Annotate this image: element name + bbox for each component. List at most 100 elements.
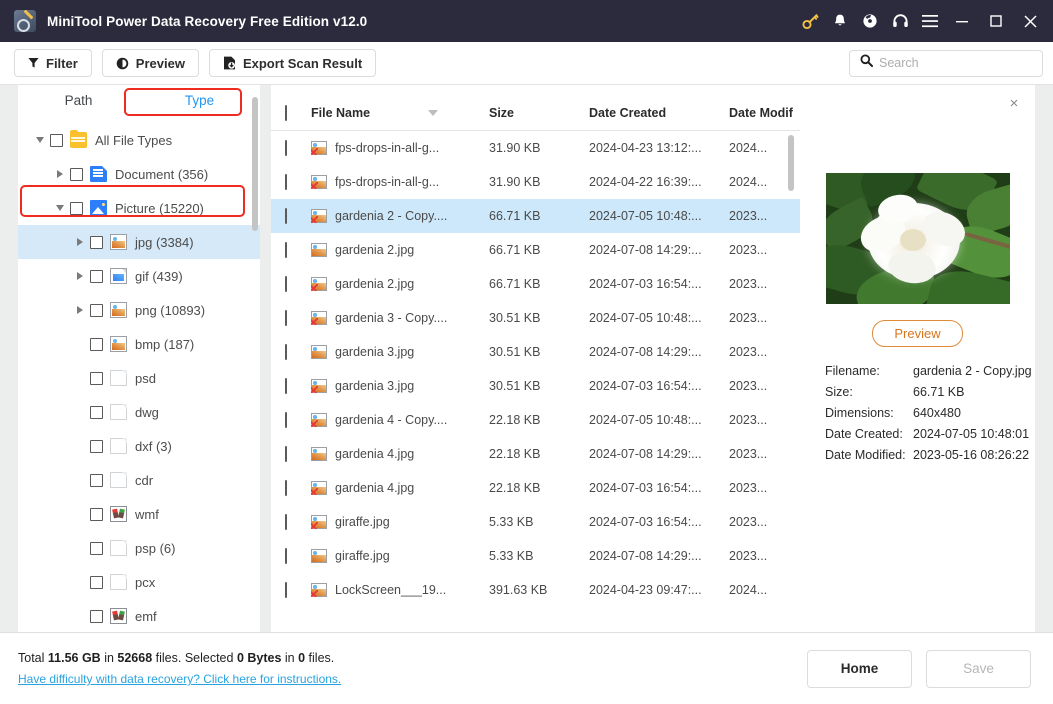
chevron-right-icon[interactable]: [70, 272, 90, 280]
table-row[interactable]: gardenia 3 - Copy.... 30.51 KB 2024-07-05 …: [271, 301, 800, 335]
tree-node-psd[interactable]: psd: [18, 361, 260, 395]
table-row[interactable]: gardenia 3.jpg 30.51 KB 2024-07-03 16:54:.…: [271, 369, 800, 403]
tab-type[interactable]: Type: [139, 85, 260, 117]
table-row[interactable]: gardenia 2.jpg 66.71 KB 2024-07-03 16:54:.…: [271, 267, 800, 301]
tree-node-checkbox[interactable]: [90, 507, 103, 521]
column-header-date-modified[interactable]: Date Modif: [729, 106, 800, 120]
table-row[interactable]: fps-drops-in-all-g... 31.90 KB 2024-04-23 …: [271, 131, 800, 165]
row-checkbox[interactable]: [285, 480, 311, 496]
file-type-tree[interactable]: All File Types Document (356) Picture (152…: [18, 117, 260, 632]
table-row[interactable]: gardenia 4.jpg 22.18 KB 2024-07-03 16:54:.…: [271, 471, 800, 505]
table-row[interactable]: fps-drops-in-all-g... 31.90 KB 2024-04-22 …: [271, 165, 800, 199]
row-checkbox[interactable]: [285, 446, 311, 462]
file-list-scrollbar-thumb[interactable]: [788, 135, 794, 191]
row-checkbox[interactable]: [285, 276, 311, 292]
maximize-icon[interactable]: [979, 0, 1013, 42]
row-checkbox[interactable]: [285, 548, 311, 564]
tree-node-picture[interactable]: Picture (15220): [18, 191, 260, 225]
row-checkbox[interactable]: [285, 344, 311, 360]
tree-node-checkbox[interactable]: [90, 371, 103, 385]
preview-meta-row: Dimensions: 640x480: [825, 405, 1035, 422]
table-row[interactable]: gardenia 4 - Copy.... 22.18 KB 2024-07-05 …: [271, 403, 800, 437]
table-row[interactable]: gardenia 3.jpg 30.51 KB 2024-07-08 14:29:.…: [271, 335, 800, 369]
tree-node-gif[interactable]: gif (439): [18, 259, 260, 293]
headset-icon[interactable]: [885, 0, 915, 42]
tree-node-checkbox[interactable]: [90, 575, 103, 589]
cell-date-modified: 2024...: [729, 583, 768, 597]
preview-action-button[interactable]: Preview: [872, 320, 963, 347]
row-checkbox[interactable]: [285, 412, 311, 428]
tree-node-checkbox[interactable]: [90, 337, 103, 351]
tree-node-wmf[interactable]: wmf: [18, 497, 260, 531]
row-checkbox[interactable]: [285, 378, 311, 394]
sort-descending-icon[interactable]: [428, 109, 439, 116]
tree-node-checkbox[interactable]: [90, 541, 103, 555]
preview-button[interactable]: Preview: [101, 49, 199, 77]
table-row[interactable]: LockScreen___19... 391.63 KB 2024-04-23 09…: [271, 573, 800, 607]
tree-node-checkbox[interactable]: [90, 609, 103, 623]
cell-size: 22.18 KB: [489, 481, 541, 495]
tree-node-emf[interactable]: emf: [18, 599, 260, 632]
home-button[interactable]: Home: [807, 649, 912, 688]
close-icon[interactable]: [1013, 0, 1047, 42]
table-row[interactable]: gardenia 2 - Copy.... 66.71 KB 2024-07-05 …: [271, 199, 800, 233]
tree-node-dwg[interactable]: dwg: [18, 395, 260, 429]
tree-node-checkbox[interactable]: [70, 201, 83, 215]
key-icon[interactable]: [795, 0, 825, 42]
row-checkbox[interactable]: [285, 208, 311, 224]
table-row[interactable]: gardenia 2.jpg 66.71 KB 2024-07-08 14:29:.…: [271, 233, 800, 267]
tree-node-checkbox[interactable]: [90, 439, 103, 453]
row-checkbox[interactable]: [285, 514, 311, 530]
chevron-right-icon[interactable]: [50, 170, 70, 178]
tree-node-jpg[interactable]: jpg (3384): [18, 225, 260, 259]
column-header-date-created[interactable]: Date Created: [589, 106, 729, 120]
row-checkbox[interactable]: [285, 140, 311, 156]
tree-node-checkbox[interactable]: [50, 133, 63, 147]
tree-node-checkbox[interactable]: [90, 405, 103, 419]
tree-node-document[interactable]: Document (356): [18, 157, 260, 191]
table-row[interactable]: giraffe.jpg 5.33 KB 2024-07-03 16:54:... 20…: [271, 505, 800, 539]
row-checkbox[interactable]: [285, 242, 311, 258]
minimize-icon[interactable]: [945, 0, 979, 42]
chevron-right-icon[interactable]: [70, 238, 90, 246]
tab-path[interactable]: Path: [18, 85, 139, 117]
preview-meta-value: 2023-05-16 08:26:22: [913, 448, 1030, 462]
column-header-file-name[interactable]: File Name: [311, 106, 370, 120]
tree-node-checkbox[interactable]: [90, 235, 103, 249]
tree-node-all[interactable]: All File Types: [18, 123, 260, 157]
tree-node-dxf[interactable]: dxf (3): [18, 429, 260, 463]
chevron-right-icon[interactable]: [70, 306, 90, 314]
help-link[interactable]: Have difficulty with data recovery? Clic…: [18, 672, 341, 686]
tree-node-cdr[interactable]: cdr: [18, 463, 260, 497]
tree-node-label: bmp (187): [135, 336, 195, 352]
chevron-down-icon[interactable]: [50, 205, 70, 211]
row-checkbox[interactable]: [285, 582, 311, 598]
search-input[interactable]: [879, 56, 1040, 70]
tree-node-checkbox[interactable]: [90, 473, 103, 487]
tree-node-png[interactable]: png (10893): [18, 293, 260, 327]
hamburger-menu-icon[interactable]: [915, 0, 945, 42]
filter-button[interactable]: Filter: [14, 49, 92, 77]
tree-node-checkbox[interactable]: [70, 167, 83, 181]
tree-node-pcx[interactable]: pcx: [18, 565, 260, 599]
cell-size: 22.18 KB: [489, 413, 541, 427]
table-row[interactable]: giraffe.jpg 5.33 KB 2024-07-08 14:29:... 20…: [271, 539, 800, 573]
tree-node-label: emf: [135, 608, 157, 624]
row-checkbox[interactable]: [285, 174, 311, 190]
disc-icon[interactable]: [855, 0, 885, 42]
file-list-rows[interactable]: fps-drops-in-all-g... 31.90 KB 2024-04-23 …: [271, 131, 800, 632]
tree-node-checkbox[interactable]: [90, 303, 103, 317]
bell-icon[interactable]: [825, 0, 855, 42]
tree-node-psp[interactable]: psp (6): [18, 531, 260, 565]
preview-close-icon[interactable]: ×: [1005, 95, 1023, 113]
table-row[interactable]: gardenia 4.jpg 22.18 KB 2024-07-08 14:29:.…: [271, 437, 800, 471]
tree-node-checkbox[interactable]: [90, 269, 103, 283]
search-box[interactable]: [849, 49, 1043, 77]
column-header-size[interactable]: Size: [489, 106, 589, 120]
row-checkbox[interactable]: [285, 310, 311, 326]
export-scan-result-button[interactable]: Export Scan Result: [208, 49, 377, 77]
sidebar-scrollbar-thumb[interactable]: [252, 97, 258, 231]
chevron-down-icon[interactable]: [30, 137, 50, 143]
select-all-checkbox[interactable]: [285, 104, 311, 121]
tree-node-bmp[interactable]: bmp (187): [18, 327, 260, 361]
